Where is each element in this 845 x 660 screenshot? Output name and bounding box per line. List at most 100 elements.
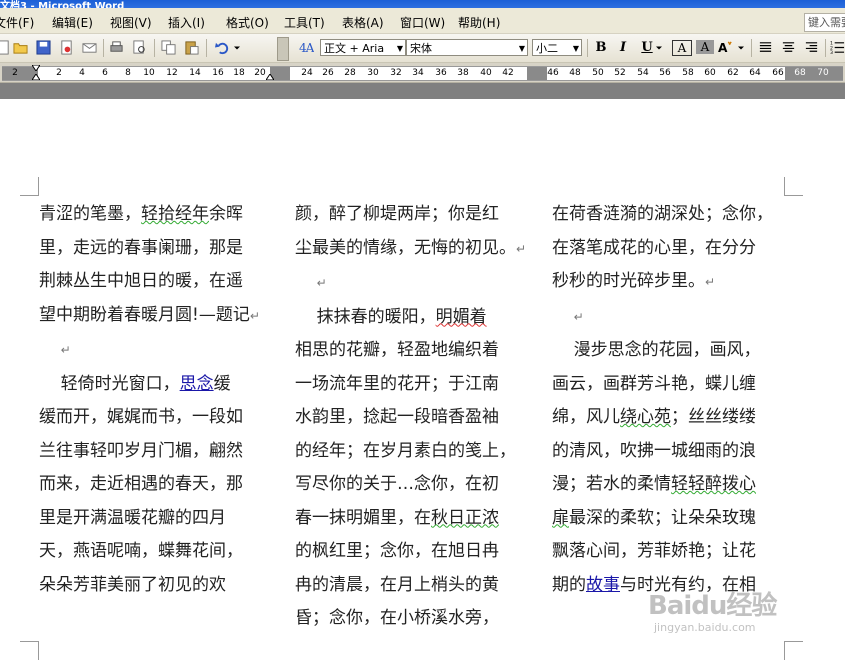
document-background-band xyxy=(0,83,845,99)
toolbar-grip-handle[interactable] xyxy=(277,37,289,61)
numbered-list-icon[interactable]: 123 xyxy=(829,39,845,56)
text-line: 荆棘丛生中旭日的暖，在遥 xyxy=(39,271,243,291)
margin-corner-mark xyxy=(784,641,803,660)
hyperlink[interactable]: 思念 xyxy=(180,374,214,394)
undo-dropdown-icon[interactable] xyxy=(232,39,242,56)
help-search-input[interactable]: 键入需要帮助的问题 xyxy=(804,13,845,32)
font-size-select[interactable]: 小二 ▼ xyxy=(532,39,582,56)
ruler-label: 60 xyxy=(704,68,716,78)
menu-view[interactable]: 视图(V) xyxy=(110,14,152,31)
ruler-label: 2 xyxy=(56,68,62,78)
align-right-icon[interactable] xyxy=(803,39,820,56)
open-folder-icon[interactable] xyxy=(12,39,29,56)
watermark-logo: Baidu经验 xyxy=(648,591,777,621)
paste-icon[interactable] xyxy=(183,39,200,56)
spelling-flagged-text: 明媚着 xyxy=(435,306,487,327)
email-icon[interactable] xyxy=(81,39,98,56)
copy-icon[interactable] xyxy=(160,39,177,56)
horizontal-ruler[interactable]: 2 2 4 6 8 10 12 14 16 18 20 24 26 28 30 … xyxy=(0,63,845,83)
margin-corner-mark xyxy=(20,641,39,660)
svg-text:A: A xyxy=(305,41,314,55)
grammar-flagged-text: 扉 xyxy=(552,507,569,528)
text-line: 水韵里，捻起一段暗香盈袖 xyxy=(295,407,499,427)
bold-button[interactable]: B xyxy=(592,40,610,56)
menu-insert[interactable]: 插入(I) xyxy=(168,14,205,31)
ruler-label: 20 xyxy=(254,68,266,78)
text-line: 的枫红里；念你，在旭日冉 xyxy=(295,541,499,561)
toolbar-separator xyxy=(587,39,588,57)
text-line: 缓而开，娓娓而书，一段如 xyxy=(39,407,243,427)
menu-table[interactable]: 表格(A) xyxy=(342,14,384,31)
ruler-label: 46 xyxy=(547,68,559,78)
margin-corner-mark xyxy=(20,177,39,196)
ruler-label: 66 xyxy=(772,68,784,78)
text-line: 漫步思念的花园，画风， xyxy=(552,340,761,360)
font-select-value: 宋体 xyxy=(410,42,432,55)
hyperlink[interactable]: 故事 xyxy=(586,575,620,595)
text-run: 漫；若水的柔情 xyxy=(552,474,671,494)
ruler-label: 40 xyxy=(480,68,492,78)
paragraph-mark: ↵ xyxy=(316,276,327,290)
styles-pane-icon[interactable]: 4A xyxy=(298,39,315,56)
ruler-label: 30 xyxy=(367,68,379,78)
character-border-button[interactable]: A xyxy=(672,40,692,56)
ruler-label: 18 xyxy=(233,68,245,78)
text-run: 轻倚时光窗口， xyxy=(39,373,180,394)
ruler-scale: 2 2 4 6 8 10 12 14 16 18 20 24 26 28 30 … xyxy=(2,66,843,81)
ruler-label: 58 xyxy=(682,68,694,78)
text-column-1[interactable]: 青涩的笔墨，轻拾经年余晖 里，走远的春事阑珊，那是 荆棘丛生中旭日的暖，在遥 望… xyxy=(39,198,260,602)
first-line-indent-marker[interactable] xyxy=(32,65,40,71)
hanging-indent-marker[interactable] xyxy=(32,74,40,80)
ruler-label: 36 xyxy=(435,68,447,78)
menu-help[interactable]: 帮助(H) xyxy=(458,14,500,31)
ruler-label: 38 xyxy=(457,68,469,78)
text-line: 兰往事轻叩岁月门楣，翩然 xyxy=(39,440,243,461)
text-run: 绵，风儿 xyxy=(552,407,620,427)
grammar-flagged-text: 绕心苑 xyxy=(620,407,671,427)
grammar-flagged-text: 轻轻醉拨心 xyxy=(671,474,756,494)
ruler-label: 56 xyxy=(659,68,671,78)
chevron-down-icon: ▼ xyxy=(396,44,403,53)
ruler-label: 68 xyxy=(794,68,806,78)
save-icon[interactable] xyxy=(35,39,52,56)
toolbar-separator xyxy=(206,39,207,57)
menu-file[interactable]: 文件(F) xyxy=(0,14,34,31)
permission-icon[interactable] xyxy=(58,39,75,56)
new-document-icon[interactable] xyxy=(0,39,12,56)
underline-dropdown-icon[interactable] xyxy=(654,39,664,56)
watermark-url: jingyan.baidu.com xyxy=(654,621,756,634)
text-run: 余晖 xyxy=(209,204,243,224)
ruler-label: 28 xyxy=(344,68,356,78)
style-select[interactable]: 正文 + Aria ▼ xyxy=(320,39,406,56)
menu-format[interactable]: 格式(O) xyxy=(226,14,269,31)
font-select[interactable]: 宋体 ▼ xyxy=(406,39,528,56)
menu-tools[interactable]: 工具(T) xyxy=(284,14,325,31)
align-justify-icon[interactable] xyxy=(757,39,774,56)
ruler-label: 6 xyxy=(102,68,108,78)
paragraph-mark: ↵ xyxy=(705,275,716,289)
menu-window[interactable]: 窗口(W) xyxy=(400,14,445,31)
text-line: 在荷香涟漪的湖深处；念你， xyxy=(552,204,773,224)
grammar-flagged-text: 轻拾经年 xyxy=(141,204,209,224)
undo-icon[interactable] xyxy=(214,39,231,56)
text-effects-dropdown-icon[interactable] xyxy=(736,39,746,56)
text-run: 秒秒的时光碎步里。 xyxy=(552,271,705,291)
italic-button[interactable]: I xyxy=(614,40,632,56)
align-center-icon[interactable] xyxy=(780,39,797,56)
text-line: 的经年；在岁月素白的笺上， xyxy=(295,440,516,461)
text-line: 写尽你的关于…念你，在初 xyxy=(295,474,499,494)
right-indent-marker[interactable] xyxy=(266,74,274,80)
margin-corner-mark xyxy=(784,177,803,196)
text-column-2[interactable]: 颜，醉了柳堤两岸；你是红 尘最美的情缘，无悔的初见。↵ ↵ 抹抹春的暖阳，明媚着… xyxy=(295,198,526,636)
text-effects-icon[interactable]: A xyxy=(717,39,734,56)
paragraph-mark: ↵ xyxy=(60,343,71,357)
style-select-value: 正文 + Aria xyxy=(324,42,385,55)
menu-edit[interactable]: 编辑(E) xyxy=(52,14,93,31)
print-icon[interactable] xyxy=(108,39,125,56)
text-run: !—题记 xyxy=(192,304,250,325)
print-preview-icon[interactable] xyxy=(131,39,148,56)
character-shading-button[interactable]: A xyxy=(696,40,714,54)
text-line: 一场流年里的花开；于江南 xyxy=(295,373,499,394)
ruler-label: 2 xyxy=(12,68,18,78)
text-column-3[interactable]: 在荷香涟漪的湖深处；念你， 在落笔成花的心里，在分分 秒秒的时光碎步里。↵ ↵ … xyxy=(552,198,773,602)
